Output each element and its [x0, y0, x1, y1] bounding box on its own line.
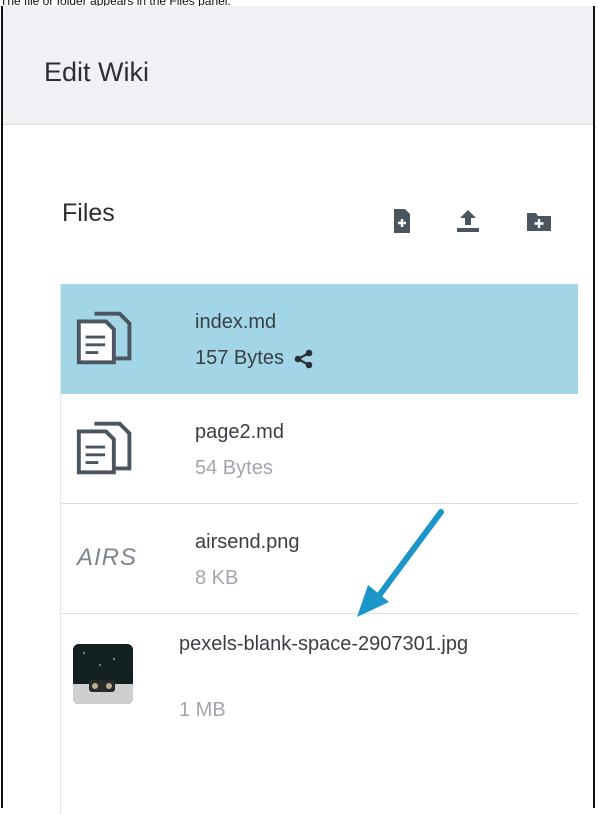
upload-icon	[457, 210, 479, 232]
image-thumbnail: AIRS	[77, 528, 147, 588]
edit-wiki-panel: Edit Wiki Files index.md 157 Bytes page2…	[1, 6, 595, 814]
upload-button[interactable]	[454, 206, 482, 236]
new-file-icon	[394, 209, 410, 233]
share-icon[interactable]	[294, 349, 314, 369]
file-name: page2.md	[195, 421, 284, 443]
file-size: 157 Bytes	[195, 346, 314, 370]
file-size: 8 KB	[195, 567, 239, 589]
photo-thumbnail	[73, 644, 133, 704]
file-size-text: 157 Bytes	[195, 347, 284, 369]
file-size: 54 Bytes	[195, 457, 273, 479]
file-name: index.md	[195, 311, 277, 333]
file-name: airsend.png	[195, 531, 300, 553]
new-folder-button[interactable]	[525, 206, 553, 236]
files-title: Files	[62, 199, 115, 227]
file-item-airsend-png[interactable]: AIRS airsend.png 8 KB	[61, 504, 578, 614]
file-item-index-md[interactable]: index.md 157 Bytes	[61, 284, 578, 394]
file-list: index.md 157 Bytes page2.md 54 Bytes AIR…	[60, 284, 578, 814]
file-item-page2-md[interactable]: page2.md 54 Bytes	[61, 394, 578, 504]
file-size: 1 MB	[179, 699, 226, 721]
document-copy-icon	[73, 308, 143, 368]
document-copy-icon	[73, 418, 143, 478]
thumbnail-text: AIRS	[77, 544, 138, 571]
file-item-pexels-jpg[interactable]: pexels-blank-space-2907301.jpg 1 MB	[61, 614, 578, 814]
new-file-button[interactable]	[388, 206, 416, 236]
file-name: pexels-blank-space-2907301.jpg	[179, 633, 469, 655]
new-folder-icon	[527, 213, 551, 231]
panel-title: Edit Wiki	[44, 57, 150, 87]
panel-header: Edit Wiki	[3, 6, 593, 125]
